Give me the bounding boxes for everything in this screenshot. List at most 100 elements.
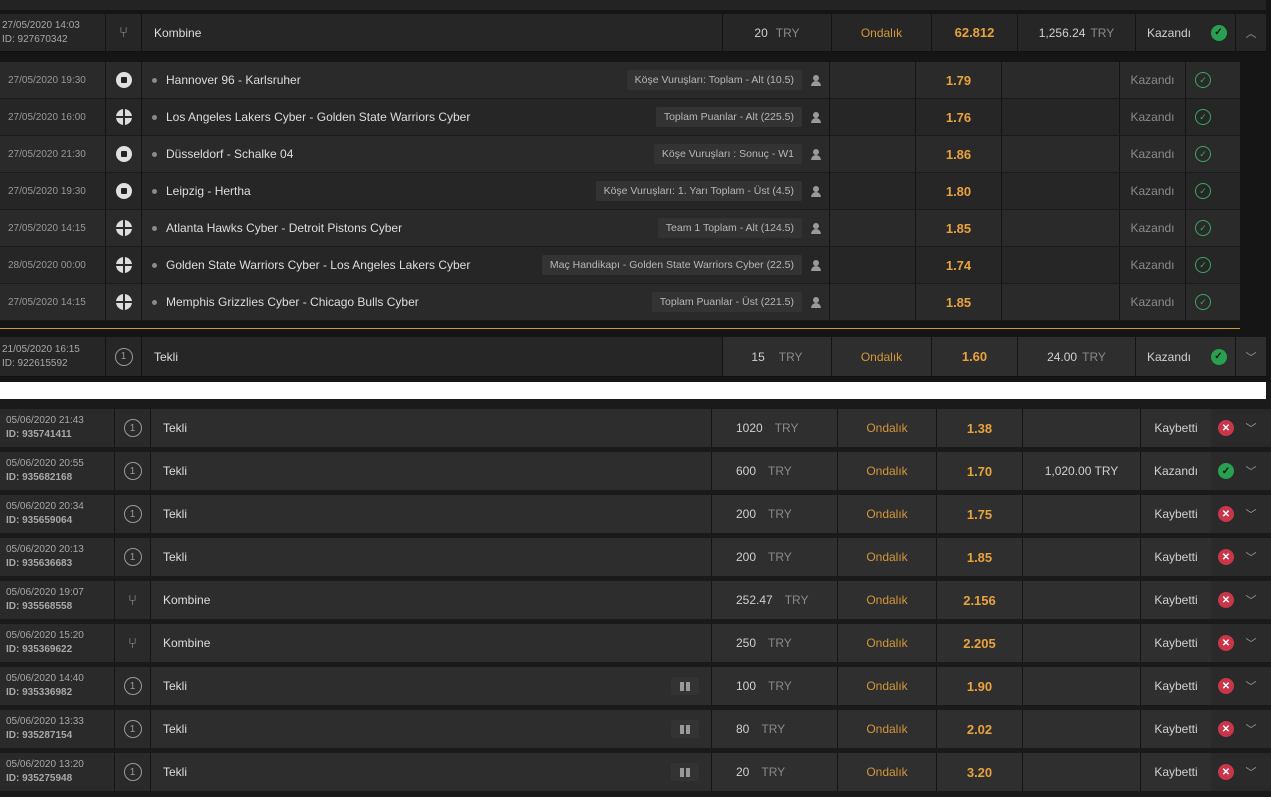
leg-market-label: Team 1 Toplam - Alt (124.5) xyxy=(657,218,802,238)
leg-match-name: Los Angeles Lakers Cyber - Golden State … xyxy=(166,110,471,124)
bet-datetime: 05/06/2020 19:07 ID: 935568558 xyxy=(0,581,115,619)
bet-row[interactable]: 05/06/2020 20:13 ID: 935636683 1 Tekli 2… xyxy=(0,538,1271,576)
bet-date: 05/06/2020 13:33 xyxy=(6,716,84,727)
expand-chevron-icon[interactable]: ﹀ xyxy=(1241,581,1261,619)
bet-date: 05/06/2020 20:55 xyxy=(6,458,84,469)
combo-icon: ⑂ xyxy=(106,14,142,51)
collapse-chevron-icon[interactable]: ︿ xyxy=(1236,14,1266,51)
status-label: Kazandı xyxy=(1136,337,1202,376)
bet-id: ID: 935659064 xyxy=(6,515,73,526)
won-check-icon: ✓ xyxy=(1186,247,1220,283)
bet-row[interactable]: 05/06/2020 20:34 ID: 935659064 1 Tekli 2… xyxy=(0,495,1271,533)
stake-value: 20 xyxy=(754,25,768,40)
stake-currency: TRY xyxy=(774,421,799,435)
expand-chevron-icon[interactable]: ﹀ xyxy=(1236,337,1266,376)
leg-odds: 1.76 xyxy=(916,99,1002,135)
gift-icon xyxy=(671,677,699,695)
bet-row[interactable]: 05/06/2020 19:07 ID: 935568558 ⑂ Kombine… xyxy=(0,581,1271,619)
bullet-icon xyxy=(152,151,157,157)
player-icon xyxy=(802,284,830,320)
combo-icon: ⑂ xyxy=(115,624,151,662)
leg-spacer xyxy=(830,247,916,283)
lost-x-icon: ✕ xyxy=(1211,538,1241,576)
leg-match-name: Atlanta Hawks Cyber - Detroit Pistons Cy… xyxy=(166,221,403,235)
combo-leg-row: 27/05/2020 19:30 Hannover 96 - Karlsruhe… xyxy=(0,62,1240,99)
leg-match-name: Golden State Warriors Cyber - Los Angele… xyxy=(166,258,471,272)
expand-chevron-icon[interactable]: ﹀ xyxy=(1241,667,1261,705)
bet-datetime: 05/06/2020 13:20 ID: 935275948 xyxy=(0,753,115,791)
bet-date: 27/05/2020 14:03 xyxy=(2,19,80,31)
screenshot-divider xyxy=(0,382,1266,399)
odds-format: Ondalık xyxy=(838,452,937,490)
combo-leg-row: 27/05/2020 19:30 Leipzig - Hertha Köşe V… xyxy=(0,173,1240,210)
expand-chevron-icon[interactable]: ﹀ xyxy=(1241,710,1261,748)
bet-row-second[interactable]: 21/05/2020 16:15 ID: 922615592 1 Tekli 1… xyxy=(0,337,1266,377)
payout-currency: TRY xyxy=(1090,25,1115,40)
payout: 1,256.24 TRY xyxy=(1018,14,1136,51)
bet-row[interactable]: 05/06/2020 13:20 ID: 935275948 1 Tekli 2… xyxy=(0,753,1271,791)
bet-date: 05/06/2020 15:20 xyxy=(6,630,84,641)
single-icon: 1 xyxy=(115,495,151,533)
bet-stake: 600 TRY xyxy=(711,452,838,490)
bet-row[interactable]: 05/06/2020 14:40 ID: 935336982 1 Tekli 1… xyxy=(0,667,1271,705)
leg-match: Golden State Warriors Cyber - Los Angele… xyxy=(142,247,602,283)
expand-chevron-icon[interactable]: ﹀ xyxy=(1241,409,1261,447)
bullet-icon xyxy=(152,299,157,305)
payout xyxy=(1023,710,1141,748)
stake-currency: TRY xyxy=(778,349,803,364)
lost-x-icon: ✕ xyxy=(1211,495,1241,533)
bet-row[interactable]: 05/06/2020 20:55 ID: 935682168 1 Tekli 6… xyxy=(0,452,1271,490)
bet-row[interactable]: 05/06/2020 21:43 ID: 935741411 1 Tekli 1… xyxy=(0,409,1271,447)
leg-spacer xyxy=(830,210,916,246)
status-label: Kaybetti xyxy=(1141,409,1211,447)
bet-datetime: 05/06/2020 13:33 ID: 935287154 xyxy=(0,710,115,748)
bet-datetime: 05/06/2020 21:43 ID: 935741411 xyxy=(0,409,115,447)
bet-stake: 200 TRY xyxy=(711,495,838,533)
won-check-icon: ✓ xyxy=(1186,99,1220,135)
bet-stake: 80 TRY xyxy=(711,710,838,748)
bet-date: 05/06/2020 19:07 xyxy=(6,587,84,598)
bet-date: 21/05/2020 16:15 xyxy=(2,343,80,355)
leg-status: Kazandı xyxy=(1120,136,1186,172)
leg-match-name: Düsseldorf - Schalke 04 xyxy=(166,147,294,161)
player-icon xyxy=(802,247,830,283)
bet-row[interactable]: 05/06/2020 13:33 ID: 935287154 1 Tekli 8… xyxy=(0,710,1271,748)
bet-datetime: 05/06/2020 20:13 ID: 935636683 xyxy=(0,538,115,576)
single-icon: 1 xyxy=(115,753,151,791)
bet-row[interactable]: 05/06/2020 15:20 ID: 935369622 ⑂ Kombine… xyxy=(0,624,1271,662)
lost-x-icon: ✕ xyxy=(1211,753,1241,791)
bet-row-main[interactable]: 27/05/2020 14:03 ID: 927670342 ⑂ Kombine… xyxy=(0,14,1266,52)
leg-market: Toplam Puanlar - Alt (225.5) xyxy=(602,99,802,135)
bet-stake: 20 TRY xyxy=(711,753,838,791)
expand-chevron-icon[interactable]: ﹀ xyxy=(1241,624,1261,662)
bet-id: ID: 935636683 xyxy=(6,558,73,569)
won-check-icon: ✓ xyxy=(1211,452,1241,490)
total-odds: 1.60 xyxy=(932,337,1018,376)
bullet-icon xyxy=(152,262,157,268)
leg-spacer xyxy=(1002,210,1120,246)
leg-match-name: Memphis Grizzlies Cyber - Chicago Bulls … xyxy=(166,295,419,309)
won-check-icon: ✓ xyxy=(1186,284,1220,320)
bet-stake: 15 TRY xyxy=(722,337,832,376)
leg-market: Maç Handikapı - Golden State Warriors Cy… xyxy=(541,247,802,283)
leg-date: 27/05/2020 16:00 xyxy=(0,99,106,135)
lost-x-icon: ✕ xyxy=(1211,667,1241,705)
expand-chevron-icon[interactable]: ﹀ xyxy=(1241,753,1261,791)
leg-market: Köşe Vuruşları: Toplam - Alt (10.5) xyxy=(602,62,802,98)
expand-chevron-icon[interactable]: ﹀ xyxy=(1241,538,1261,576)
leg-date: 27/05/2020 21:30 xyxy=(0,136,106,172)
total-odds: 2.205 xyxy=(937,624,1023,662)
expand-chevron-icon[interactable]: ﹀ xyxy=(1241,452,1261,490)
leg-spacer xyxy=(1002,99,1120,135)
bet-type: Tekli xyxy=(163,550,188,564)
bet-id: ID: 922615592 xyxy=(2,357,68,369)
leg-odds: 1.80 xyxy=(916,173,1002,209)
bet-datetime: 05/06/2020 20:34 ID: 935659064 xyxy=(0,495,115,533)
expand-chevron-icon[interactable]: ﹀ xyxy=(1241,495,1261,533)
odds-format: Ondalık xyxy=(838,409,937,447)
bullet-icon xyxy=(152,225,157,231)
combo-icon: ⑂ xyxy=(115,581,151,619)
player-icon xyxy=(802,99,830,135)
won-check-icon: ✓ xyxy=(1202,14,1236,51)
bet-id: ID: 927670342 xyxy=(2,33,68,45)
